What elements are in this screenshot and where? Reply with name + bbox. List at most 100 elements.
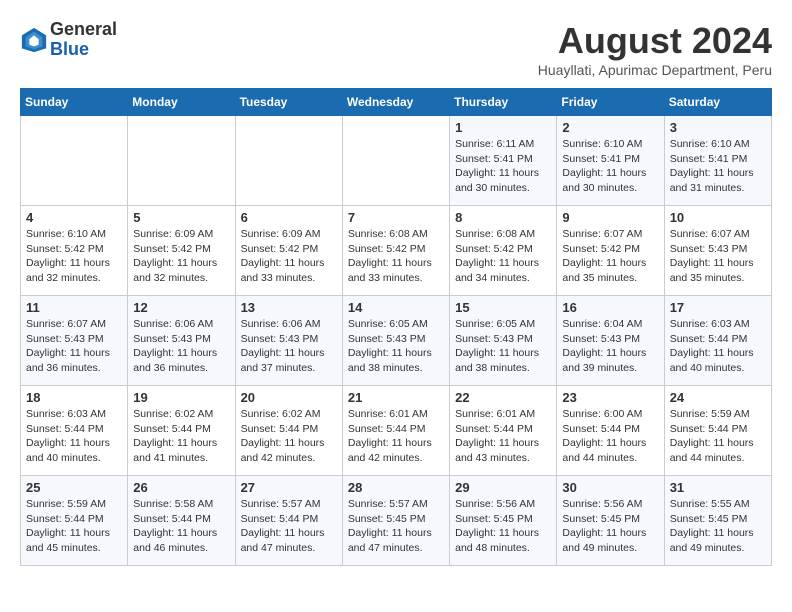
day-info: Sunrise: 6:02 AM Sunset: 5:44 PM Dayligh… bbox=[133, 407, 229, 466]
day-number: 6 bbox=[241, 210, 337, 225]
calendar-day-cell: 29 Sunrise: 5:56 AM Sunset: 5:45 PM Dayli… bbox=[450, 476, 557, 566]
day-info: Sunrise: 6:07 AM Sunset: 5:43 PM Dayligh… bbox=[670, 227, 766, 286]
day-number: 26 bbox=[133, 480, 229, 495]
calendar-day-cell: 7 Sunrise: 6:08 AM Sunset: 5:42 PM Daylig… bbox=[342, 206, 449, 296]
day-of-week-header: Sunday bbox=[21, 89, 128, 116]
day-number: 28 bbox=[348, 480, 444, 495]
day-number: 25 bbox=[26, 480, 122, 495]
day-info: Sunrise: 5:56 AM Sunset: 5:45 PM Dayligh… bbox=[562, 497, 658, 556]
calendar-week-row: 1Sunrise: 6:11 AM Sunset: 5:41 PM Daylig… bbox=[21, 116, 772, 206]
day-info: Sunrise: 6:01 AM Sunset: 5:44 PM Dayligh… bbox=[455, 407, 551, 466]
day-info: Sunrise: 6:04 AM Sunset: 5:43 PM Dayligh… bbox=[562, 317, 658, 376]
title-block: August 2024 Huayllati, Apurimac Departme… bbox=[538, 20, 772, 78]
day-number: 22 bbox=[455, 390, 551, 405]
calendar-day-cell: 5Sunrise: 6:09 AM Sunset: 5:42 PM Daylig… bbox=[128, 206, 235, 296]
calendar-day-cell: 18 Sunrise: 6:03 AM Sunset: 5:44 PM Dayli… bbox=[21, 386, 128, 476]
calendar-day-cell: 3 Sunrise: 6:10 AM Sunset: 5:41 PM Daylig… bbox=[664, 116, 771, 206]
day-number: 15 bbox=[455, 300, 551, 315]
calendar-day-cell bbox=[128, 116, 235, 206]
calendar-day-cell bbox=[21, 116, 128, 206]
day-info: Sunrise: 6:10 AM Sunset: 5:41 PM Dayligh… bbox=[562, 137, 658, 196]
day-number: 20 bbox=[241, 390, 337, 405]
day-info: Sunrise: 6:06 AM Sunset: 5:43 PM Dayligh… bbox=[241, 317, 337, 376]
day-number: 7 bbox=[348, 210, 444, 225]
day-info: Sunrise: 6:07 AM Sunset: 5:42 PM Dayligh… bbox=[562, 227, 658, 286]
day-info: Sunrise: 6:09 AM Sunset: 5:42 PM Dayligh… bbox=[241, 227, 337, 286]
calendar-week-row: 4Sunrise: 6:10 AM Sunset: 5:42 PM Daylig… bbox=[21, 206, 772, 296]
day-number: 5 bbox=[133, 210, 229, 225]
calendar-day-cell: 19Sunrise: 6:02 AM Sunset: 5:44 PM Dayli… bbox=[128, 386, 235, 476]
day-number: 23 bbox=[562, 390, 658, 405]
day-info: Sunrise: 6:03 AM Sunset: 5:44 PM Dayligh… bbox=[670, 317, 766, 376]
calendar-day-cell: 16 Sunrise: 6:04 AM Sunset: 5:43 PM Dayli… bbox=[557, 296, 664, 386]
day-number: 13 bbox=[241, 300, 337, 315]
day-of-week-header: Monday bbox=[128, 89, 235, 116]
calendar-day-cell: 13 Sunrise: 6:06 AM Sunset: 5:43 PM Dayli… bbox=[235, 296, 342, 386]
day-info: Sunrise: 6:06 AM Sunset: 5:43 PM Dayligh… bbox=[133, 317, 229, 376]
calendar-day-cell: 4Sunrise: 6:10 AM Sunset: 5:42 PM Daylig… bbox=[21, 206, 128, 296]
day-number: 12 bbox=[133, 300, 229, 315]
day-info: Sunrise: 6:05 AM Sunset: 5:43 PM Dayligh… bbox=[348, 317, 444, 376]
day-of-week-header: Tuesday bbox=[235, 89, 342, 116]
day-number: 2 bbox=[562, 120, 658, 135]
day-number: 21 bbox=[348, 390, 444, 405]
calendar-day-cell: 17 Sunrise: 6:03 AM Sunset: 5:44 PM Dayli… bbox=[664, 296, 771, 386]
day-info: Sunrise: 6:10 AM Sunset: 5:41 PM Dayligh… bbox=[670, 137, 766, 196]
day-number: 3 bbox=[670, 120, 766, 135]
day-info: Sunrise: 5:59 AM Sunset: 5:44 PM Dayligh… bbox=[26, 497, 122, 556]
location: Huayllati, Apurimac Department, Peru bbox=[538, 62, 772, 78]
calendar-day-cell: 22 Sunrise: 6:01 AM Sunset: 5:44 PM Dayli… bbox=[450, 386, 557, 476]
day-info: Sunrise: 5:57 AM Sunset: 5:44 PM Dayligh… bbox=[241, 497, 337, 556]
calendar-body: 1Sunrise: 6:11 AM Sunset: 5:41 PM Daylig… bbox=[21, 116, 772, 566]
day-number: 14 bbox=[348, 300, 444, 315]
calendar-day-cell: 20Sunrise: 6:02 AM Sunset: 5:44 PM Dayli… bbox=[235, 386, 342, 476]
day-number: 31 bbox=[670, 480, 766, 495]
day-info: Sunrise: 5:55 AM Sunset: 5:45 PM Dayligh… bbox=[670, 497, 766, 556]
calendar-day-cell: 8Sunrise: 6:08 AM Sunset: 5:42 PM Daylig… bbox=[450, 206, 557, 296]
header-row: SundayMondayTuesdayWednesdayThursdayFrid… bbox=[21, 89, 772, 116]
day-number: 18 bbox=[26, 390, 122, 405]
calendar-day-cell: 14 Sunrise: 6:05 AM Sunset: 5:43 PM Dayli… bbox=[342, 296, 449, 386]
calendar-day-cell: 12 Sunrise: 6:06 AM Sunset: 5:43 PM Dayli… bbox=[128, 296, 235, 386]
logo: General Blue bbox=[20, 20, 117, 60]
calendar-day-cell: 28Sunrise: 5:57 AM Sunset: 5:45 PM Dayli… bbox=[342, 476, 449, 566]
logo-text: General Blue bbox=[50, 20, 117, 60]
calendar-day-cell: 9Sunrise: 6:07 AM Sunset: 5:42 PM Daylig… bbox=[557, 206, 664, 296]
day-number: 29 bbox=[455, 480, 551, 495]
calendar-day-cell: 26Sunrise: 5:58 AM Sunset: 5:44 PM Dayli… bbox=[128, 476, 235, 566]
calendar-day-cell: 2 Sunrise: 6:10 AM Sunset: 5:41 PM Daylig… bbox=[557, 116, 664, 206]
day-of-week-header: Friday bbox=[557, 89, 664, 116]
day-number: 17 bbox=[670, 300, 766, 315]
day-info: Sunrise: 6:05 AM Sunset: 5:43 PM Dayligh… bbox=[455, 317, 551, 376]
day-number: 27 bbox=[241, 480, 337, 495]
calendar-day-cell: 21 Sunrise: 6:01 AM Sunset: 5:44 PM Dayli… bbox=[342, 386, 449, 476]
day-info: Sunrise: 5:56 AM Sunset: 5:45 PM Dayligh… bbox=[455, 497, 551, 556]
calendar-day-cell: 27 Sunrise: 5:57 AM Sunset: 5:44 PM Dayli… bbox=[235, 476, 342, 566]
day-info: Sunrise: 6:03 AM Sunset: 5:44 PM Dayligh… bbox=[26, 407, 122, 466]
day-info: Sunrise: 6:08 AM Sunset: 5:42 PM Dayligh… bbox=[348, 227, 444, 286]
day-number: 11 bbox=[26, 300, 122, 315]
day-number: 24 bbox=[670, 390, 766, 405]
day-info: Sunrise: 6:00 AM Sunset: 5:44 PM Dayligh… bbox=[562, 407, 658, 466]
day-info: Sunrise: 6:01 AM Sunset: 5:44 PM Dayligh… bbox=[348, 407, 444, 466]
calendar-day-cell: 25 Sunrise: 5:59 AM Sunset: 5:44 PM Dayli… bbox=[21, 476, 128, 566]
logo-icon bbox=[20, 26, 48, 54]
calendar-day-cell: 30 Sunrise: 5:56 AM Sunset: 5:45 PM Dayli… bbox=[557, 476, 664, 566]
calendar-header: SundayMondayTuesdayWednesdayThursdayFrid… bbox=[21, 89, 772, 116]
day-number: 4 bbox=[26, 210, 122, 225]
day-number: 8 bbox=[455, 210, 551, 225]
day-info: Sunrise: 6:07 AM Sunset: 5:43 PM Dayligh… bbox=[26, 317, 122, 376]
calendar-day-cell bbox=[235, 116, 342, 206]
page-header: General Blue August 2024 Huayllati, Apur… bbox=[20, 20, 772, 78]
calendar-day-cell: 23 Sunrise: 6:00 AM Sunset: 5:44 PM Dayli… bbox=[557, 386, 664, 476]
day-of-week-header: Wednesday bbox=[342, 89, 449, 116]
calendar-week-row: 11 Sunrise: 6:07 AM Sunset: 5:43 PM Dayli… bbox=[21, 296, 772, 386]
day-number: 30 bbox=[562, 480, 658, 495]
day-info: Sunrise: 6:11 AM Sunset: 5:41 PM Dayligh… bbox=[455, 137, 551, 196]
day-number: 16 bbox=[562, 300, 658, 315]
calendar-day-cell: 11 Sunrise: 6:07 AM Sunset: 5:43 PM Dayli… bbox=[21, 296, 128, 386]
day-of-week-header: Thursday bbox=[450, 89, 557, 116]
day-number: 10 bbox=[670, 210, 766, 225]
calendar-week-row: 18 Sunrise: 6:03 AM Sunset: 5:44 PM Dayli… bbox=[21, 386, 772, 476]
calendar-week-row: 25 Sunrise: 5:59 AM Sunset: 5:44 PM Dayli… bbox=[21, 476, 772, 566]
